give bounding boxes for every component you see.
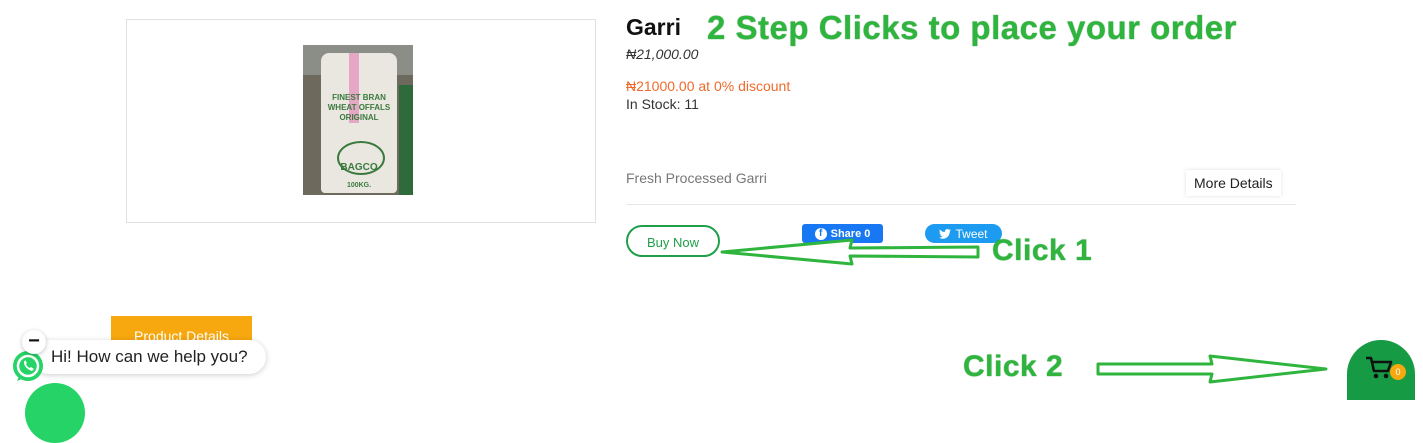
product-description: Fresh Processed Garri xyxy=(626,170,767,186)
cart-count-badge: 0 xyxy=(1390,364,1406,380)
click2-arrow-icon xyxy=(1096,354,1328,384)
chat-greeting-bubble[interactable]: Hi! How can we help you? xyxy=(32,340,266,374)
image-text-line1: FINEST BRAN xyxy=(332,93,386,102)
stock-text: In Stock: 11 xyxy=(626,96,699,112)
more-details-button[interactable]: More Details xyxy=(1186,170,1281,196)
click1-label: Click 1 xyxy=(992,234,1093,267)
whatsapp-icon[interactable] xyxy=(8,348,48,384)
image-weight: 100KG. xyxy=(346,182,372,189)
cart-icon xyxy=(1366,356,1393,379)
product-image[interactable]: FINEST BRAN WHEAT OFFALS ORIGINAL BAGCO … xyxy=(303,45,413,195)
click2-label: Click 2 xyxy=(963,350,1064,383)
image-text-line3: ORIGINAL xyxy=(339,113,379,122)
product-price: ₦21,000.00 xyxy=(626,46,699,62)
instruction-headline: 2 Step Clicks to place your order xyxy=(707,9,1237,46)
whatsapp-open-button[interactable] xyxy=(25,383,85,443)
discount-text: ₦21000.00 at 0% discount xyxy=(626,78,791,94)
image-text-line2: WHEAT OFFALS xyxy=(327,103,391,112)
product-image-frame[interactable]: FINEST BRAN WHEAT OFFALS ORIGINAL BAGCO … xyxy=(126,19,596,223)
click1-arrow-icon xyxy=(720,238,980,266)
chat-minimize-button[interactable]: − xyxy=(22,330,46,354)
product-title: Garri xyxy=(626,14,681,40)
divider xyxy=(626,204,1296,205)
buy-now-button[interactable]: Buy Now xyxy=(626,225,720,257)
image-brand: BAGCO xyxy=(340,162,378,173)
